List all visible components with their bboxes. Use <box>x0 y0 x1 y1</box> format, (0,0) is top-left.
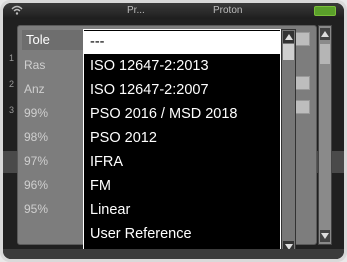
row-number: 2 <box>9 79 15 89</box>
panel-row[interactable]: 95% <box>24 202 48 216</box>
top-title-right: Proton <box>213 5 243 16</box>
top-title-left: Pr... <box>127 5 145 16</box>
battery-icon <box>314 6 336 16</box>
row-number: 3 <box>9 105 15 115</box>
chevron-up-icon[interactable] <box>320 28 330 40</box>
dropdown-option[interactable]: ISO 12647-2:2007 <box>84 79 280 102</box>
wifi-icon <box>11 5 23 18</box>
screen: Pr... Proton P 1 W 2 D 3 D T D <box>3 3 344 259</box>
panel-row[interactable]: Anz <box>24 82 45 96</box>
chevron-up-icon[interactable] <box>283 31 294 43</box>
dropdown-option[interactable]: User Reference <box>84 223 280 246</box>
panel-row[interactable]: 97% <box>24 154 48 168</box>
scroll-thumb[interactable] <box>283 44 294 60</box>
bottom-bar <box>3 249 344 259</box>
dropdown-option[interactable]: PSO 2012 <box>84 127 280 150</box>
chevron-down-icon[interactable] <box>320 230 330 242</box>
panel-scrollbar[interactable] <box>318 25 332 245</box>
panel-row[interactable]: 99% <box>24 106 48 120</box>
dropdown-option[interactable]: FM <box>84 175 280 198</box>
dropdown-option[interactable]: ISO 12647-2:2013 <box>84 55 280 78</box>
dropdown-scrollbar[interactable] <box>281 29 296 255</box>
panel-row[interactable]: 98% <box>24 130 48 144</box>
panel-row[interactable]: Ras <box>24 58 45 72</box>
dropdown-option[interactable]: --- <box>84 31 280 54</box>
panel-row[interactable]: 96% <box>24 178 48 192</box>
top-bar: Pr... Proton <box>3 3 344 19</box>
standard-dropdown[interactable]: --- ISO 12647-2:2013 ISO 12647-2:2007 PS… <box>83 29 281 255</box>
row-number: 1 <box>9 53 15 63</box>
dropdown-option[interactable]: PSO 2016 / MSD 2018 <box>84 103 280 126</box>
scroll-thumb[interactable] <box>320 44 330 64</box>
dropdown-option[interactable]: Linear <box>84 199 280 222</box>
dropdown-option[interactable]: IFRA <box>84 151 280 174</box>
device-frame: Pr... Proton P 1 W 2 D 3 D T D <box>0 0 347 262</box>
